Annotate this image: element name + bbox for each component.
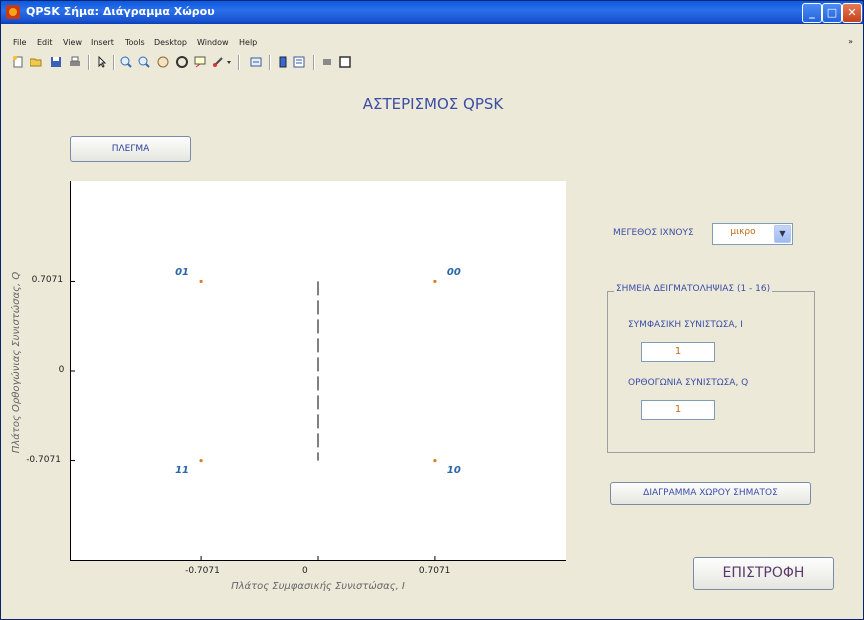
menu-tools[interactable]: Tools: [125, 38, 145, 47]
constellation-point: [199, 279, 203, 284]
x-tick-label: 0.7071: [418, 566, 451, 576]
legend-icon[interactable]: [293, 56, 305, 68]
maximize-button[interactable]: □: [822, 3, 842, 23]
toolbar-separator: [88, 55, 90, 70]
menu-view[interactable]: View: [63, 38, 82, 47]
menu-desktop[interactable]: Desktop: [154, 38, 187, 47]
y-axis-label: Πλάτος Ορθογώνιας Συνιστώσας, Q: [11, 271, 22, 454]
constellation-plot: [70, 181, 566, 561]
constellation-axes: [70, 181, 566, 561]
x-tick-label: 0: [302, 566, 308, 576]
menu-help[interactable]: Help: [239, 38, 257, 47]
menu-bar: File Edit View Insert Tools Desktop Wind…: [1, 36, 863, 50]
minimize-button[interactable]: _: [802, 3, 822, 23]
in-phase-field[interactable]: 1: [641, 342, 715, 362]
point-label: 11: [175, 464, 189, 476]
trace-size-value: μικρο: [730, 227, 756, 237]
brush-icon[interactable]: [212, 56, 224, 68]
constellation-point: [433, 458, 437, 463]
figure-title: ΑΣΤΕΡΙΣΜΟΣ QPSK: [362, 95, 504, 113]
point-label: 10: [446, 464, 461, 476]
data-cursor-icon[interactable]: [194, 56, 206, 68]
zoom-out-icon[interactable]: [138, 56, 150, 68]
menu-window[interactable]: Window: [197, 38, 229, 47]
chevron-down-icon[interactable]: ▼: [774, 225, 791, 243]
menu-edit[interactable]: Edit: [37, 38, 53, 47]
in-phase-label: ΣΥΜΦΑΣΙΚΗ ΣΥΝΙΣΤΩΣΑ, Ι: [628, 320, 743, 330]
matlab-icon: [6, 5, 20, 19]
zoom-in-icon[interactable]: [120, 56, 132, 68]
window-title: QPSK Σήμα: Διάγραμμα Χώρου: [26, 5, 215, 18]
hide-plot-tools-icon[interactable]: [321, 56, 333, 68]
signal-space-diagram-button[interactable]: ΔΙΑΓΡΑΜΜΑ ΧΩΡΟΥ ΣΗΜΑΤΟΣ: [610, 482, 811, 505]
link-plot-icon[interactable]: [250, 56, 262, 68]
quadrature-label: ΟΡΘΟΓΩΝΙΑ ΣΥΝΙΣΤΩΣΑ, Q: [628, 378, 749, 388]
brush-dropdown-icon[interactable]: [226, 56, 232, 68]
sampling-points-panel: [607, 291, 815, 453]
trace-size-select[interactable]: μικρο ▼: [712, 223, 793, 245]
y-tick-label: 0: [58, 365, 65, 375]
new-file-icon[interactable]: [12, 56, 24, 68]
open-folder-icon[interactable]: [30, 56, 42, 68]
y-tick-label: -0.7071: [26, 454, 61, 465]
toolbar-separator: [313, 55, 315, 70]
toolbar-separator: [113, 55, 115, 70]
toolbar-separator: [238, 55, 240, 70]
pointer-icon[interactable]: [96, 56, 108, 68]
title-bar[interactable]: QPSK Σήμα: Διάγραμμα Χώρου _ □ ✕: [1, 1, 863, 24]
menu-dock-arrow-icon[interactable]: »: [848, 37, 853, 46]
point-label: 00: [446, 267, 461, 279]
pan-icon[interactable]: [157, 56, 169, 68]
figure-toolbar: [1, 51, 863, 73]
grid-button[interactable]: ΠΛΕΓΜΑ: [70, 136, 191, 162]
figure-window: QPSK Σήμα: Διάγραμμα Χώρου _ □ ✕ File Ed…: [0, 0, 864, 620]
point-label: 01: [175, 267, 189, 279]
constellation-point: [433, 279, 437, 284]
constellation-point: [199, 458, 203, 463]
sampling-points-title: ΣΗΜΕΙΑ ΔΕΙΓΜΑΤΟΛΗΨΙΑΣ (1 - 16): [614, 284, 773, 294]
toolbar-separator: [269, 55, 271, 70]
trace-size-label: ΜΕΓΕΘΟΣ ΙΧΝΟΥΣ: [613, 228, 694, 238]
close-button[interactable]: ✕: [842, 3, 862, 23]
save-icon[interactable]: [50, 56, 62, 68]
rotate-icon[interactable]: [176, 56, 188, 68]
back-button[interactable]: ΕΠΙΣΤΡΟΦΗ: [693, 557, 834, 590]
colorbar-icon[interactable]: [277, 56, 289, 68]
show-plot-tools-icon[interactable]: [339, 56, 351, 68]
x-axis-label: Πλάτος Συμφασικής Συνιστώσας, I: [231, 581, 405, 592]
x-tick-label: -0.7071: [185, 566, 220, 576]
menu-file[interactable]: File: [13, 38, 26, 47]
print-icon[interactable]: [69, 56, 81, 68]
y-tick-label: 0.7071: [31, 275, 64, 286]
quadrature-field[interactable]: 1: [641, 400, 715, 420]
menu-insert[interactable]: Insert: [91, 38, 114, 47]
